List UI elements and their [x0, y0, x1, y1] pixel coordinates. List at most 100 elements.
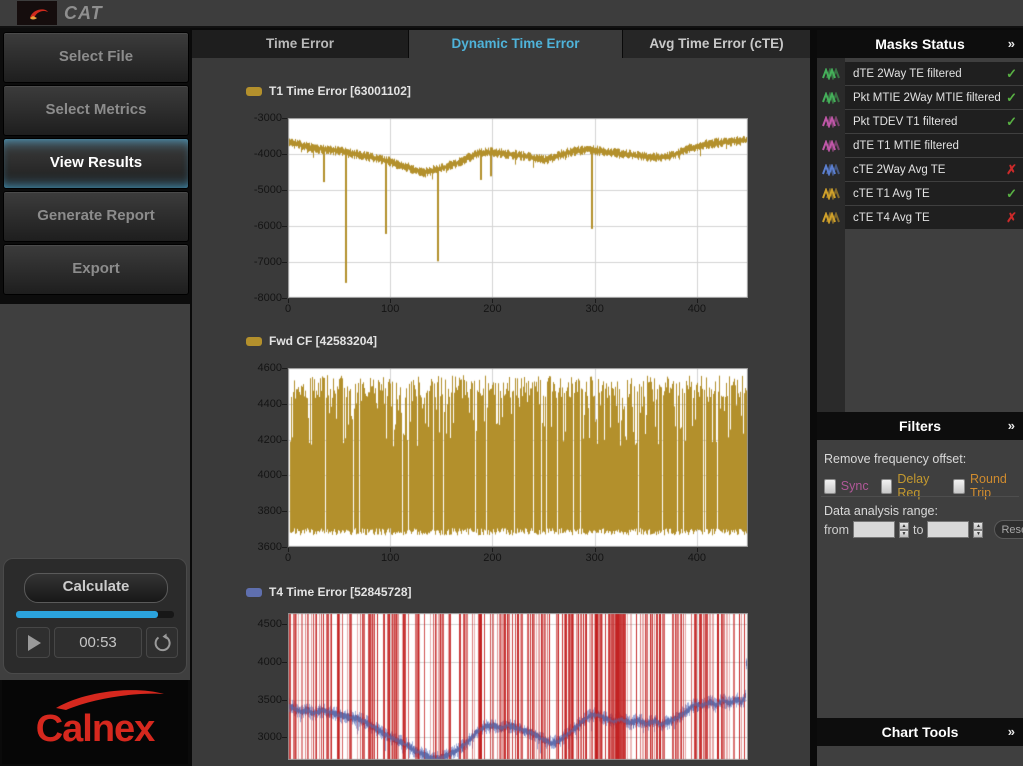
y-axis-tick-mark	[282, 298, 287, 299]
x-axis-tick-mark	[492, 548, 493, 552]
mask-status-icon: ✗	[1006, 163, 1017, 176]
mask-status-icon: ✓	[1006, 67, 1017, 80]
y-axis-tick-mark	[282, 440, 287, 441]
mask-waveform-icon	[817, 134, 845, 157]
y-axis-tick-label: 4000	[236, 656, 282, 668]
sidebar-item-view-results[interactable]: View Results	[3, 138, 189, 189]
to-label: to	[913, 523, 923, 537]
chart-tools-header: Chart Tools »	[817, 718, 1023, 746]
y-axis-tick-mark	[282, 737, 287, 738]
tab-time-error[interactable]: Time Error	[192, 30, 408, 58]
sync-checkbox[interactable]	[824, 479, 836, 494]
repeat-icon	[152, 633, 172, 653]
mask-row[interactable]: cTE 2Way Avg TE ✗	[817, 158, 1023, 181]
x-axis-tick-label: 200	[472, 303, 512, 315]
plot-area[interactable]	[288, 368, 748, 547]
x-axis-tick-mark	[492, 299, 493, 303]
mask-status-icon: ✓	[1006, 91, 1017, 104]
y-axis-tick-mark	[282, 226, 287, 227]
masks-status-header: Masks Status »	[817, 30, 1023, 58]
plot-area[interactable]	[288, 118, 748, 298]
masks-status-list: dTE 2Way TE filtered ✓ Pkt MTIE 2Way MTIE…	[817, 58, 1023, 412]
round-trip-checkbox[interactable]	[953, 479, 965, 494]
chart-legend: T4 Time Error [52845728]	[246, 585, 412, 599]
tab-dynamic-time-error[interactable]: Dynamic Time Error	[409, 30, 622, 58]
calculate-button[interactable]: Calculate	[24, 573, 168, 603]
sidebar-item-generate-report[interactable]: Generate Report	[3, 191, 189, 242]
mask-label: Pkt TDEV T1 filtered	[853, 116, 957, 128]
legend-swatch	[246, 588, 262, 597]
filters-divider	[821, 496, 1019, 497]
x-axis-tick-label: 200	[472, 552, 512, 564]
y-axis-tick-label: 4500	[236, 618, 282, 630]
x-axis-tick-label: 100	[370, 552, 410, 564]
y-axis-tick-mark	[282, 511, 287, 512]
y-axis-tick-mark	[282, 154, 287, 155]
y-axis-tick-label: -7000	[236, 256, 282, 268]
y-axis-tick-mark	[282, 624, 287, 625]
range-from-stepper[interactable]: ▲▼	[899, 522, 909, 538]
y-axis-tick-mark	[282, 404, 287, 405]
play-button[interactable]	[16, 627, 50, 658]
legend-label: T4 Time Error [52845728]	[269, 585, 412, 599]
delay-req-checkbox[interactable]	[881, 479, 893, 494]
mask-row[interactable]: cTE T4 Avg TE ✗	[817, 206, 1023, 229]
plot-area[interactable]	[288, 613, 748, 760]
chart-legend: T1 Time Error [63001102]	[246, 84, 411, 98]
mask-waveform-icon	[817, 182, 845, 205]
sidebar-item-select-file[interactable]: Select File	[3, 32, 189, 83]
legend-swatch	[246, 337, 262, 346]
masks-expander-icon[interactable]: »	[1008, 30, 1015, 58]
reset-button[interactable]: Reset	[994, 520, 1023, 539]
repeat-button[interactable]	[146, 627, 178, 658]
chart-t1-time-error: T1 Time Error [63001102] -3000-4000-5000…	[192, 80, 810, 326]
y-axis-tick-mark	[282, 475, 287, 476]
play-icon	[28, 635, 41, 651]
x-axis-tick-mark	[390, 299, 391, 303]
range-to-stepper[interactable]: ▲▼	[973, 522, 983, 538]
calculate-panel: Calculate 00:53	[3, 558, 187, 674]
range-from-input[interactable]	[853, 521, 895, 538]
mask-row[interactable]: Pkt MTIE 2Way MTIE filtered ✓	[817, 86, 1023, 109]
range-to-input[interactable]	[927, 521, 969, 538]
y-axis-tick-mark	[282, 368, 287, 369]
mask-waveform-icon	[817, 158, 845, 181]
x-axis-tick-label: 300	[575, 303, 615, 315]
x-axis-tick-mark	[288, 299, 289, 303]
y-axis-tick-label: -6000	[236, 220, 282, 232]
remove-frequency-offset-label: Remove frequency offset:	[824, 452, 966, 466]
filters-header: Filters »	[817, 412, 1023, 440]
elapsed-timer: 00:53	[54, 627, 142, 658]
tab-avg-time-error-cte[interactable]: Avg Time Error (cTE)	[623, 30, 810, 58]
calnex-app-icon	[17, 1, 57, 25]
mask-label: Pkt MTIE 2Way MTIE filtered	[853, 92, 1001, 104]
mask-status-icon: ✗	[1006, 211, 1017, 224]
mask-row[interactable]: dTE T1 MTIE filtered	[817, 134, 1023, 157]
cat-logo: CAT	[64, 3, 103, 24]
sidebar-item-export[interactable]: Export	[3, 244, 189, 295]
y-axis-tick-label: 4200	[236, 434, 282, 446]
filters-expander-icon[interactable]: »	[1008, 412, 1015, 440]
filters-title: Filters	[899, 418, 941, 434]
mask-label: cTE T4 Avg TE	[853, 212, 930, 224]
chart-fwd-cf: Fwd CF [42583204] 4600440042004000380036…	[192, 330, 810, 576]
title-bar: CAT	[0, 0, 1023, 28]
mask-row[interactable]: cTE T1 Avg TE✓	[817, 182, 1023, 205]
y-axis-tick-mark	[282, 547, 287, 548]
calnex-brand-panel: Calnex	[2, 680, 188, 764]
x-axis-tick-label: 100	[370, 303, 410, 315]
mask-status-icon: ✓	[1006, 115, 1017, 128]
sidebar-item-select-metrics[interactable]: Select Metrics	[3, 85, 189, 136]
y-axis-tick-label: -3000	[236, 112, 282, 124]
data-analysis-range-controls: from ▲▼ to ▲▼ Reset	[824, 520, 1023, 539]
y-axis-tick-label: 3000	[236, 731, 282, 743]
calc-progress-fill	[16, 611, 158, 618]
mask-label: dTE 2Way TE filtered	[853, 68, 962, 80]
y-axis-tick-mark	[282, 118, 287, 119]
legend-label: T1 Time Error [63001102]	[269, 84, 411, 98]
mask-row[interactable]: dTE 2Way TE filtered ✓	[817, 62, 1023, 85]
mask-row[interactable]: Pkt TDEV T1 filtered ✓	[817, 110, 1023, 133]
y-axis-tick-label: 4600	[236, 362, 282, 374]
mask-label: cTE 2Way Avg TE	[853, 164, 945, 176]
chart-tools-expander-icon[interactable]: »	[1008, 718, 1015, 746]
